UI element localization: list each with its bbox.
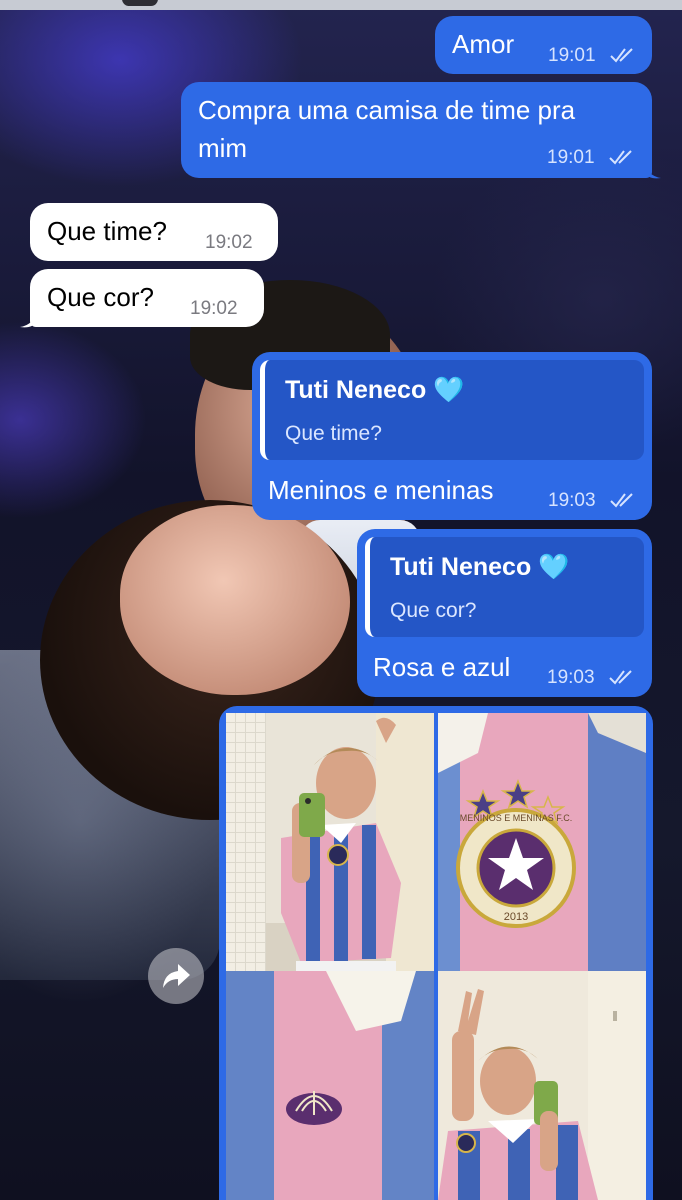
reply-quote[interactable]: Tuti Neneco 🩵 Que time? [260, 360, 644, 460]
photo-selfie-illustration [226, 713, 434, 977]
double-check-icon [609, 150, 632, 165]
message-outgoing[interactable]: Compra uma camisa de time pra mim 19:01 [181, 82, 661, 179]
message-outgoing-reply[interactable]: Tuti Neneco 🩵 Que cor? Rosa e azul 19:03 [357, 529, 652, 697]
message-time: 19:02 [205, 232, 253, 253]
photo-peace-illustration [438, 971, 646, 1200]
message-incoming[interactable]: Que time? 19:02 [30, 203, 278, 261]
reply-quote[interactable]: Tuti Neneco 🩵 Que cor? [365, 537, 644, 637]
wallpaper-face [120, 505, 350, 695]
photo-tile-logo[interactable] [226, 971, 434, 1200]
double-check-icon [610, 493, 633, 508]
photo-tile-selfie[interactable] [226, 713, 434, 977]
message-incoming[interactable]: Que cor? 19:02 [20, 269, 264, 328]
bubble-tail [643, 160, 661, 179]
message-text: Que time? [47, 216, 167, 246]
reply-sender-name: Tuti Neneco 🩵 [390, 553, 570, 581]
message-time: 19:01 [548, 45, 596, 66]
message-text: Meninos e meninas [268, 475, 494, 505]
reply-quoted-text: Que cor? [390, 599, 477, 622]
bubble-tail [20, 309, 38, 328]
photo-logo-illustration [226, 971, 434, 1200]
forward-button[interactable] [148, 948, 204, 1004]
message-time: 19:01 [547, 147, 595, 168]
message-text: Amor [452, 29, 515, 59]
message-outgoing[interactable]: Amor 19:01 [435, 16, 652, 74]
double-check-icon [609, 670, 632, 685]
message-time: 19:03 [547, 667, 595, 688]
message-text: Rosa e azul [373, 652, 511, 682]
message-time: 19:02 [190, 298, 238, 319]
reply-quoted-text: Que time? [285, 422, 382, 445]
camera-notch [122, 0, 158, 6]
crest-badge-year: 2013 [504, 911, 528, 923]
message-text-line: mim [198, 133, 248, 163]
message-time: 19:03 [548, 490, 596, 511]
top-strip [0, 0, 682, 10]
reply-sender-name: Tuti Neneco 🩵 [285, 376, 465, 404]
forward-icon [163, 964, 190, 988]
double-check-icon [610, 48, 633, 63]
message-text: Que cor? [47, 282, 154, 312]
message-text-line: Compra uma camisa de time pra [198, 95, 576, 125]
adidas-logo-icon [286, 1091, 342, 1125]
message-outgoing-reply[interactable]: Tuti Neneco 🩵 Que time? Meninos e menina… [252, 352, 652, 520]
photo-tile-crest[interactable]: MENINOS E MENINAS F.C. 2013 [438, 713, 646, 977]
photo-album-message[interactable]: MENINOS E MENINAS F.C. 2013 [219, 706, 653, 1200]
photo-crest-illustration: MENINOS E MENINAS F.C. 2013 [438, 713, 646, 977]
crest-badge-text: MENINOS E MENINAS F.C. [460, 813, 573, 823]
photo-tile-peace-selfie[interactable] [438, 971, 646, 1200]
club-crest-icon [456, 808, 576, 928]
